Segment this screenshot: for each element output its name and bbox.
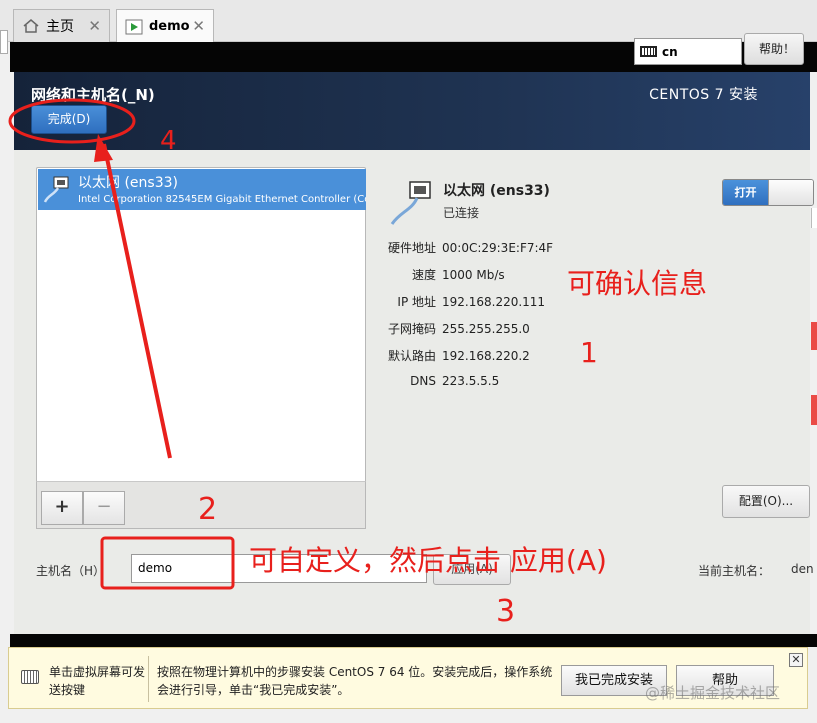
keyboard-layout-label: cn: [662, 44, 678, 59]
detail-label: DNS: [410, 374, 436, 388]
hint-divider: [148, 656, 149, 702]
detail-label: 硬件地址: [387, 241, 436, 255]
annotation-step-1: 1: [580, 336, 598, 369]
device-name: 以太网 (ens33): [78, 175, 178, 191]
home-icon: [23, 19, 39, 33]
done-button[interactable]: 完成(D): [31, 105, 107, 134]
send-keys-hint: 单击虚拟屏幕可发送按键: [49, 665, 146, 697]
hint-bar-close-icon[interactable]: ✕: [789, 653, 803, 667]
keyboard-layout-indicator[interactable]: cn: [634, 38, 742, 65]
annotation-step-4: 4: [160, 126, 177, 156]
hostname-label: 主机名（H）：: [36, 564, 112, 578]
screenshot-root: 主页 ✕ demo ✕ 网络和主机名(_N) 完成(D) CENTOS 7 安装…: [0, 0, 817, 723]
current-hostname-value: den: [791, 562, 814, 576]
vm-play-icon: [125, 19, 143, 34]
product-title: CENTOS 7 安装: [649, 87, 758, 103]
right-edge-annotation-fragment: [811, 395, 817, 425]
vm-tab-bar: 主页 ✕ demo ✕: [0, 0, 817, 43]
toggle-knob: [768, 180, 813, 205]
install-instructions: 按照在物理计算机中的步骤安装 CentOS 7 64 位。安装完成后，操作系统会…: [157, 665, 553, 697]
right-edge-annotation-fragment: [811, 322, 817, 350]
tab-demo-label: demo: [149, 19, 190, 34]
annotation-confirm-info: 可确认信息: [567, 267, 708, 300]
detail-label: 默认路由: [387, 349, 436, 363]
detail-row-hw-address: 硬件地址 00:0C:29:3E:F7:4F: [374, 239, 774, 256]
current-hostname-label: 当前主机名：: [698, 564, 771, 578]
list-item-ens33[interactable]: 以太网 (ens33) Intel Corporation 82545EM Gi…: [38, 169, 366, 210]
page-title: 网络和主机名(_N): [31, 86, 155, 104]
detail-value: 255.255.255.0: [442, 322, 530, 336]
detail-value: 1000 Mb/s: [442, 268, 505, 282]
annotation-step-3: 3: [496, 594, 516, 629]
detail-row-dns: DNS 223.5.5.5: [374, 374, 774, 388]
tab-home-label: 主页: [46, 19, 74, 35]
add-device-button[interactable]: +: [41, 491, 83, 525]
detail-label: 子网掩码: [387, 322, 436, 336]
detail-label: 速度: [411, 268, 436, 282]
configure-button[interactable]: 配置(O)...: [722, 485, 810, 518]
detail-label: IP 地址: [397, 295, 436, 309]
tab-demo[interactable]: demo ✕: [116, 9, 214, 43]
annotation-customize-hint: 可自定义，然后点击 应用(A): [249, 544, 607, 577]
detail-row-netmask: 子网掩码 255.255.255.0: [374, 320, 774, 337]
annotation-step-2: 2: [198, 492, 218, 527]
network-device-list: 以太网 (ens33) Intel Corporation 82545EM Gi…: [36, 167, 366, 529]
keyboard-icon: [640, 46, 657, 57]
tab-home[interactable]: 主页 ✕: [13, 9, 110, 42]
watermark: @稀土掘金技术社区: [645, 684, 781, 702]
remove-device-button[interactable]: −: [83, 491, 125, 525]
right-edge-fragment: [811, 208, 817, 228]
device-description: Intel Corporation 82545EM Gigabit Ethern…: [78, 194, 366, 205]
tab-home-close-icon[interactable]: ✕: [88, 17, 101, 35]
connection-status: 已连接: [443, 206, 480, 220]
toggle-on-label: 打开: [723, 180, 768, 205]
detail-value: 00:0C:29:3E:F7:4F: [442, 241, 554, 255]
keyboard-icon: [21, 670, 39, 684]
installer-header: 网络和主机名(_N) 完成(D) CENTOS 7 安装: [14, 72, 810, 150]
help-button[interactable]: 帮助！: [744, 33, 804, 65]
selected-device-name: 以太网 (ens33): [443, 183, 550, 199]
tab-demo-close-icon[interactable]: ✕: [192, 17, 205, 35]
detail-value: 223.5.5.5: [442, 374, 500, 388]
detail-value: 192.168.220.2: [442, 349, 530, 363]
vm-screen-bottom-band: [10, 634, 817, 647]
left-panel-edge: [0, 30, 8, 54]
detail-row-gateway: 默认路由 192.168.220.2: [374, 347, 774, 364]
ethernet-icon: [43, 176, 69, 203]
ethernet-icon: [390, 181, 431, 225]
device-power-toggle[interactable]: 打开: [722, 179, 814, 206]
detail-value: 192.168.220.111: [442, 295, 546, 309]
